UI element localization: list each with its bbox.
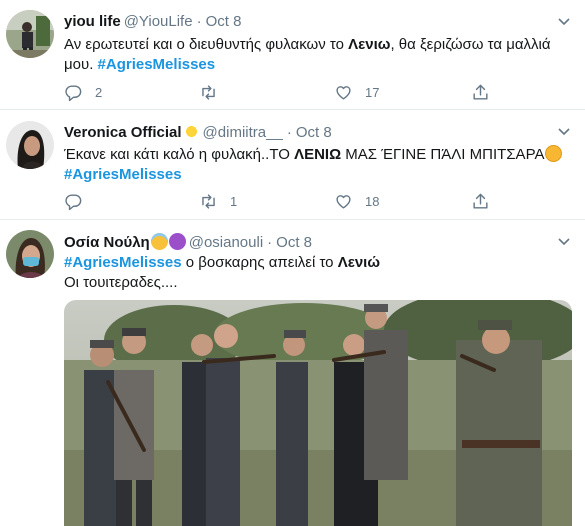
text-segment: Οι τουιτεραδες.... [64, 274, 178, 291]
tweet-text: #AgriesMelisses ο βοσκαρης απειλεί το Λε… [64, 253, 577, 293]
tweet-header: Veronica Official @dimiitra__ · Oct 8 [64, 123, 332, 141]
separator-dot: · [196, 13, 202, 30]
retweet-button[interactable]: 1 [199, 191, 237, 211]
text-bold: ΛΕΝΙΩ [294, 146, 342, 163]
share-button[interactable] [471, 82, 490, 102]
tweet-header: yiou life @YiouLife · Oct 8 [64, 13, 241, 30]
text-bold: Λενιω [348, 36, 391, 53]
retweet-count: 1 [230, 193, 238, 209]
reply-icon [65, 193, 82, 210]
sparkle-star-emoji-icon [182, 123, 200, 140]
reply-button[interactable]: 2 [64, 82, 102, 102]
retweet-icon [202, 84, 215, 100]
tweet-date[interactable]: Oct 8 [296, 124, 332, 141]
tweet-photo[interactable] [64, 300, 572, 526]
text-bold: Λενιώ [337, 254, 381, 271]
avatar[interactable] [6, 121, 54, 169]
avatar[interactable] [6, 230, 54, 278]
user-handle[interactable]: @dimiitra__ [203, 124, 283, 141]
devil-face-emoji-icon [168, 233, 186, 250]
tweet-actions: 1 18 [64, 191, 494, 211]
tweet-card[interactable]: yiou life @YiouLife · Oct 8 Αν ερωτευτεί κα… [0, 0, 585, 110]
tweet-date[interactable]: Oct 8 [276, 234, 312, 251]
display-name[interactable]: yiou life [64, 13, 121, 30]
hashtag-link[interactable]: #AgriesMelisses [64, 166, 182, 183]
like-button[interactable]: 17 [334, 82, 379, 102]
retweet-icon [202, 193, 215, 209]
text-segment: ο βοσκαρης απειλεί το [181, 254, 338, 271]
like-count: 17 [365, 84, 380, 100]
text-segment: ΜΑΣ ΈΓΙΝΕ ΠΆΛΙ ΜΠΙΤΣΑΡΑ [341, 146, 545, 163]
text-segment: Έκανε και κάτι καλό η φυλακή..ΤΟ [64, 146, 295, 163]
like-button[interactable]: 18 [334, 191, 379, 211]
separator-dot: · [286, 124, 292, 141]
reply-count: 2 [95, 84, 103, 100]
tweet-actions: 2 17 [64, 82, 494, 102]
share-icon [473, 84, 488, 100]
share-button[interactable] [471, 191, 490, 211]
like-count: 18 [365, 193, 380, 209]
chevron-down-icon[interactable] [555, 122, 573, 140]
heart-icon [336, 85, 351, 100]
tweet-header: Οσία Νούλη @osianouli · Oct 8 [64, 233, 312, 251]
retweet-button[interactable] [199, 82, 230, 102]
tweet-card[interactable]: Veronica Official @dimiitra__ · Oct 8 Έκανε… [0, 110, 585, 220]
reply-button[interactable] [64, 191, 95, 211]
separator-dot: · [267, 234, 273, 251]
tweet-text: Έκανε και κάτι καλό η φυλακή..ΤΟ ΛΕΝΙΩ Μ… [64, 145, 577, 185]
halo-face-emoji-icon [150, 233, 168, 250]
user-handle[interactable]: @YiouLife [124, 13, 193, 30]
chevron-down-icon[interactable] [555, 12, 573, 30]
relieved-face-emoji-icon [545, 145, 563, 162]
tweet-date[interactable]: Oct 8 [206, 13, 242, 30]
user-handle[interactable]: @osianouli [189, 234, 263, 251]
heart-icon [336, 194, 351, 209]
text-segment: Αν ερωτευτεί και ο διευθυντής φυλακων το [64, 36, 349, 53]
share-icon [473, 193, 488, 209]
display-name[interactable]: Veronica Official [64, 124, 182, 141]
tweet-text: Αν ερωτευτεί και ο διευθυντής φυλακων το… [64, 35, 577, 75]
chevron-down-icon[interactable] [555, 232, 573, 250]
hashtag-link[interactable]: #AgriesMelisses [64, 254, 182, 271]
reply-icon [65, 84, 82, 101]
avatar[interactable] [6, 10, 54, 58]
hashtag-link[interactable]: #AgriesMelisses [98, 56, 216, 73]
tweet-card[interactable]: Οσία Νούλη @osianouli · Oct 8 #AgriesMeliss… [0, 220, 585, 526]
display-name[interactable]: Οσία Νούλη [64, 234, 150, 251]
